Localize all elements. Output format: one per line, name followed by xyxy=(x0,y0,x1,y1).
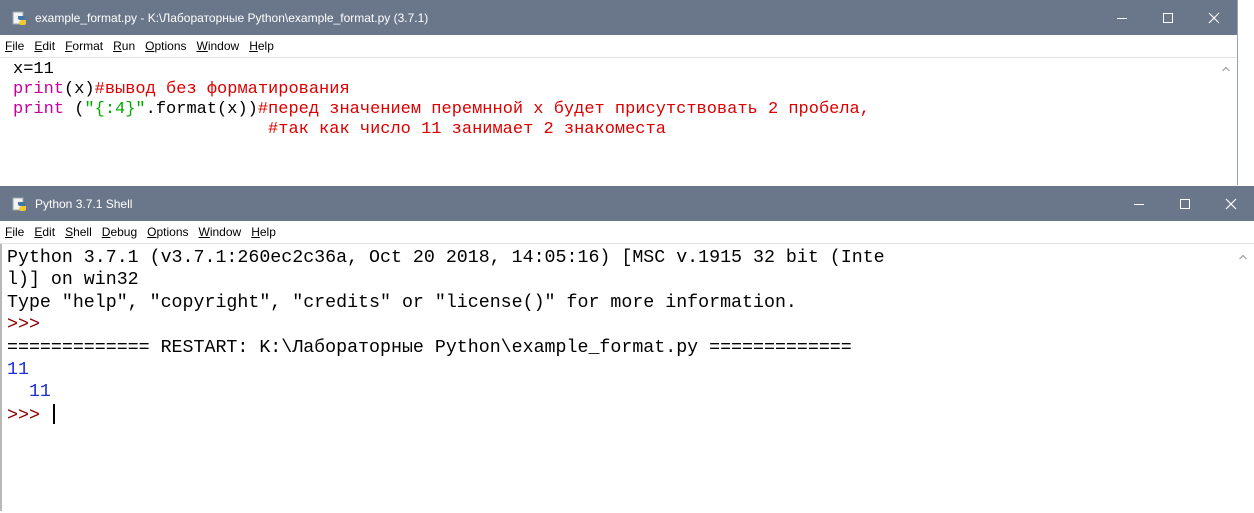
shell-text-area[interactable]: Python 3.7.1 (v3.7.1:260ec2c36a, Oct 20 … xyxy=(0,244,1254,511)
editor-titlebar[interactable]: example_format.py - K:\Лабораторные Pyth… xyxy=(0,0,1237,35)
menu-options[interactable]: Options xyxy=(147,225,188,239)
maximize-button[interactable] xyxy=(1162,186,1208,221)
menu-window[interactable]: Window xyxy=(199,225,242,239)
shell-prompt: >>> xyxy=(7,405,40,426)
minimize-icon xyxy=(1134,203,1144,205)
python-icon xyxy=(12,196,28,212)
minimize-button[interactable] xyxy=(1116,186,1162,221)
code-line-1: x=11 xyxy=(13,60,54,79)
shell-titlebar[interactable]: Python 3.7.1 Shell xyxy=(0,186,1254,221)
close-button[interactable] xyxy=(1208,186,1254,221)
close-button[interactable] xyxy=(1191,0,1237,35)
menu-run[interactable]: Run xyxy=(113,39,135,53)
code-line-2: print(x)#вывод без форматирования xyxy=(13,80,350,99)
menu-help[interactable]: Help xyxy=(251,225,276,239)
minimize-button[interactable] xyxy=(1099,0,1145,35)
editor-window: example_format.py - K:\Лабораторные Pyth… xyxy=(0,0,1238,185)
code-line-3: print ("{:4}".format(x))#перед значением… xyxy=(13,100,870,119)
restart-line: ============= RESTART: K:\Лабораторные P… xyxy=(7,337,852,358)
shell-prompt: >>> xyxy=(7,315,40,336)
shell-menubar: File Edit Shell Debug Options Window Hel… xyxy=(0,221,1254,244)
menu-options[interactable]: Options xyxy=(145,39,186,53)
menu-file[interactable]: File xyxy=(5,39,24,53)
menu-format[interactable]: Format xyxy=(65,39,103,53)
scroll-up-icon[interactable] xyxy=(1238,247,1248,260)
code-line-4: #так как число 11 занимает 2 знакоместа xyxy=(268,120,666,139)
menu-edit[interactable]: Edit xyxy=(34,39,55,53)
text-cursor xyxy=(52,403,55,424)
output-line: 11 xyxy=(7,382,51,403)
shell-banner-line-3: Type "help", "copyright", "credits" or "… xyxy=(7,292,797,313)
close-icon xyxy=(1225,198,1237,209)
maximize-button[interactable] xyxy=(1145,0,1191,35)
minimize-icon xyxy=(1117,17,1127,19)
shell-window: Python 3.7.1 Shell File Edit Shell Debug… xyxy=(0,186,1254,513)
python-icon xyxy=(12,10,28,26)
menu-window[interactable]: Window xyxy=(197,39,240,53)
output-line: 11 xyxy=(7,360,29,381)
maximize-icon xyxy=(1163,12,1173,23)
menu-file[interactable]: File xyxy=(5,225,24,239)
editor-window-title: example_format.py - K:\Лабораторные Pyth… xyxy=(35,10,429,25)
shell-banner-line-1: Python 3.7.1 (v3.7.1:260ec2c36a, Oct 20 … xyxy=(7,248,885,268)
maximize-icon xyxy=(1180,198,1190,209)
close-icon xyxy=(1208,12,1220,23)
menu-edit[interactable]: Edit xyxy=(34,225,55,239)
scroll-up-icon[interactable] xyxy=(1221,61,1231,72)
menu-help[interactable]: Help xyxy=(249,39,274,53)
menu-shell[interactable]: Shell xyxy=(65,225,92,239)
shell-input-line[interactable]: >>> xyxy=(7,403,1254,427)
editor-text-area[interactable]: x=11 print(x)#вывод без форматирования pri… xyxy=(0,58,1237,184)
menu-debug[interactable]: Debug xyxy=(102,225,137,239)
shell-window-title: Python 3.7.1 Shell xyxy=(35,196,133,211)
editor-menubar: File Edit Format Run Options Window Help xyxy=(0,35,1237,58)
shell-banner-line-2: l)] on win32 xyxy=(7,270,139,291)
